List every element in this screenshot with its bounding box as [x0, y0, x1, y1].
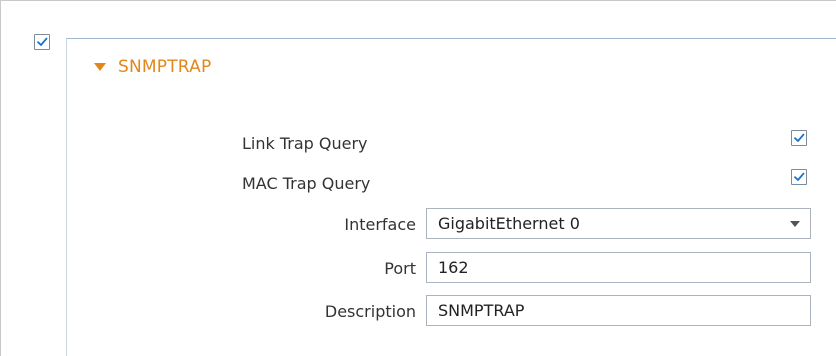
section-enable-checkbox[interactable] [34, 34, 50, 50]
snmptrap-settings-page: SNMPTRAP Link Trap Query MAC Trap Query … [0, 0, 836, 356]
interface-label: Interface [344, 215, 416, 234]
chevron-down-icon [790, 221, 800, 227]
port-label: Port [384, 259, 416, 278]
port-input[interactable]: 162 [426, 252, 811, 283]
section-title: SNMPTRAP [118, 57, 212, 77]
interface-select[interactable]: GigabitEthernet 0 [426, 208, 811, 239]
checkmark-icon [794, 172, 805, 181]
interface-select-value: GigabitEthernet 0 [438, 214, 580, 233]
link-trap-query-label: Link Trap Query [242, 134, 368, 153]
mac-trap-query-label: MAC Trap Query [242, 174, 371, 193]
description-input[interactable]: SNMPTRAP [426, 295, 811, 326]
description-label: Description [324, 302, 416, 321]
mac-trap-query-checkbox[interactable] [791, 169, 807, 185]
snmptrap-section-toggle[interactable]: SNMPTRAP [94, 56, 211, 78]
checkmark-icon [794, 133, 805, 142]
caret-down-icon [94, 63, 106, 71]
checkmark-icon [37, 37, 48, 46]
link-trap-query-checkbox[interactable] [791, 130, 807, 146]
